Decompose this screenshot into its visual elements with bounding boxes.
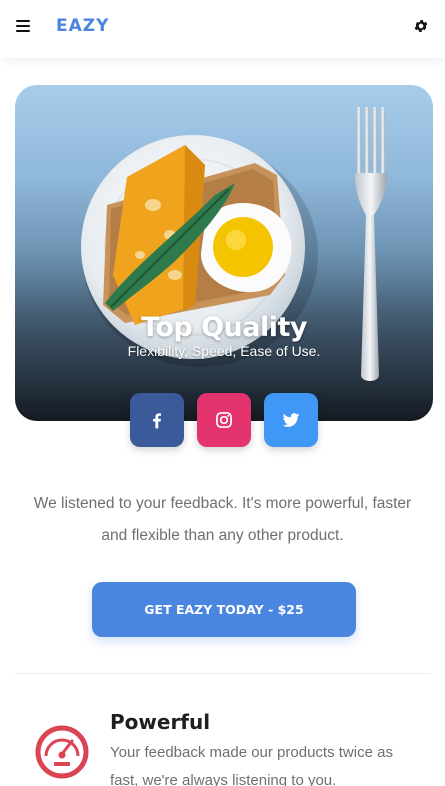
feature-description: Your feedback made our products twice as… [110, 744, 393, 786]
top-header: EAZY [0, 0, 445, 58]
hero-food-image [81, 107, 387, 381]
facebook-icon [153, 413, 161, 429]
instagram-icon [216, 412, 232, 428]
get-eazy-button[interactable]: GET EAZY TODAY - $25 [92, 582, 356, 637]
feature-title: Powerful [110, 710, 211, 734]
instagram-button[interactable] [197, 393, 251, 447]
divider [15, 673, 431, 674]
twitter-button[interactable] [264, 393, 318, 447]
hero-title: Top Quality [140, 312, 308, 343]
facebook-button[interactable] [130, 393, 184, 447]
brand-logo[interactable]: EAZY [56, 16, 109, 36]
hamburger-menu-icon[interactable] [16, 20, 30, 34]
gear-icon[interactable] [413, 18, 429, 34]
intro-text: We listened to your feedback. It's more … [33, 495, 412, 544]
hero-subtitle: Flexibility, Speed, Ease of Use. [127, 343, 321, 359]
speedometer-icon [35, 725, 89, 779]
hero-card: Top Quality Flexibility, Speed, Ease of … [15, 85, 433, 421]
twitter-icon [282, 413, 300, 427]
